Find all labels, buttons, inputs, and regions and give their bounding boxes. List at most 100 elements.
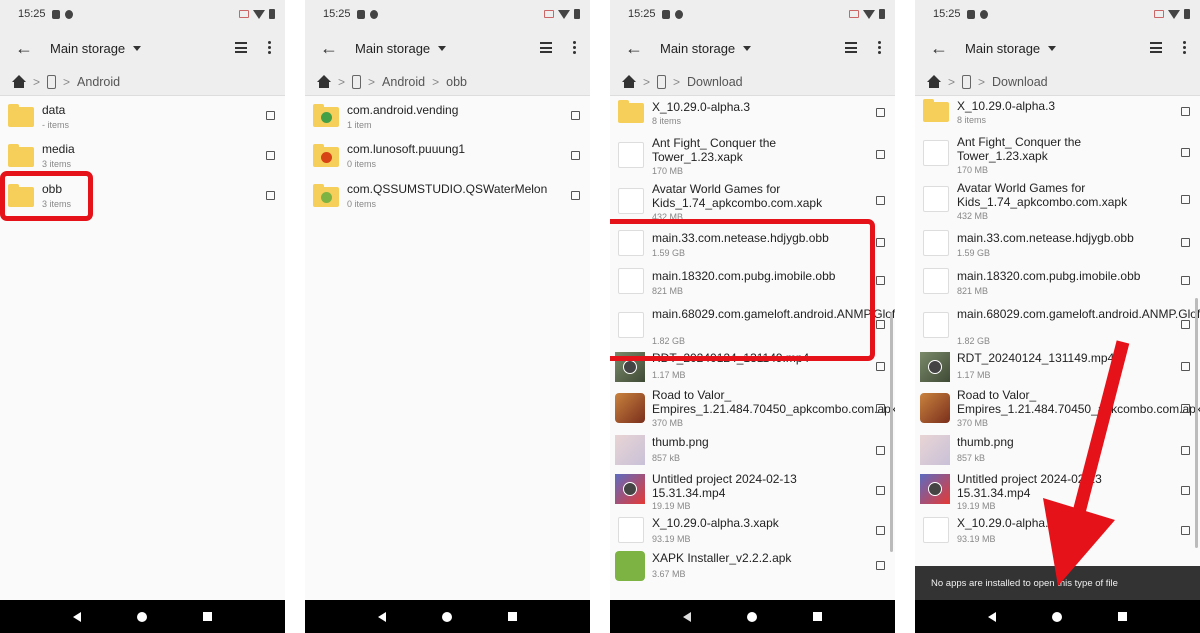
nav-recents-icon[interactable] bbox=[813, 612, 822, 621]
list-item[interactable]: X_10.29.0-alpha.3 8 items bbox=[610, 96, 895, 130]
nav-back-icon[interactable] bbox=[988, 611, 996, 622]
more-options-icon[interactable] bbox=[573, 41, 576, 54]
select-checkbox[interactable] bbox=[876, 196, 885, 205]
select-checkbox[interactable] bbox=[876, 526, 885, 535]
breadcrumb-item[interactable]: Android bbox=[382, 75, 425, 89]
nav-home-icon[interactable] bbox=[1052, 611, 1062, 622]
phone-icon[interactable] bbox=[47, 74, 57, 89]
list-item[interactable]: com.lunosoft.puuung1 0 items bbox=[305, 136, 590, 176]
select-checkbox[interactable] bbox=[1181, 238, 1190, 247]
nav-back-icon[interactable] bbox=[378, 611, 386, 622]
list-item[interactable]: main.33.com.netease.hdjygb.obb 1.59 GB bbox=[915, 222, 1200, 260]
breadcrumb-item[interactable]: Android bbox=[77, 75, 120, 89]
list-item[interactable]: Ant Fight_ Conquer the Tower_1.23.xapk 1… bbox=[915, 128, 1200, 175]
breadcrumb-item[interactable]: obb bbox=[446, 75, 467, 89]
list-item[interactable]: X_10.29.0-alpha.3.xapk 93.19 MB bbox=[610, 512, 895, 548]
select-checkbox[interactable] bbox=[1181, 107, 1190, 116]
back-arrow-icon[interactable]: ← bbox=[317, 36, 341, 60]
back-arrow-icon[interactable]: ← bbox=[622, 36, 646, 60]
list-item[interactable]: Road to Valor_ Empires_1.21.484.70450_ap… bbox=[610, 384, 895, 432]
select-checkbox[interactable] bbox=[876, 108, 885, 117]
list-view-icon[interactable] bbox=[540, 42, 552, 53]
nav-recents-icon[interactable] bbox=[203, 612, 212, 621]
home-icon[interactable] bbox=[622, 74, 636, 89]
select-checkbox[interactable] bbox=[1181, 320, 1190, 329]
list-item[interactable]: thumb.png 857 kB bbox=[915, 432, 1200, 468]
list-view-icon[interactable] bbox=[845, 42, 857, 53]
nav-home-icon[interactable] bbox=[747, 611, 757, 622]
list-view-icon[interactable] bbox=[1150, 42, 1162, 53]
list-item[interactable]: thumb.png 857 kB bbox=[610, 432, 895, 468]
select-checkbox[interactable] bbox=[1181, 362, 1190, 371]
nav-back-icon[interactable] bbox=[73, 611, 81, 622]
scrollbar[interactable] bbox=[890, 312, 893, 552]
select-checkbox[interactable] bbox=[1181, 404, 1190, 413]
list-item[interactable]: X_10.29.0-alpha.3 8 items bbox=[915, 96, 1200, 128]
storage-selector[interactable]: Main storage bbox=[355, 41, 447, 56]
list-item[interactable]: Avatar World Games for Kids_1.74_apkcomb… bbox=[915, 174, 1200, 222]
list-item[interactable]: com.QSSUMSTUDIO.QSWaterMelon 0 items bbox=[305, 176, 590, 216]
list-item[interactable]: data - items bbox=[0, 96, 285, 136]
back-arrow-icon[interactable]: ← bbox=[12, 36, 36, 60]
select-checkbox[interactable] bbox=[876, 320, 885, 329]
item-name: Avatar World Games for Kids_1.74_apkcomb… bbox=[957, 181, 1128, 209]
select-checkbox[interactable] bbox=[571, 151, 580, 160]
more-options-icon[interactable] bbox=[1183, 41, 1186, 54]
select-checkbox[interactable] bbox=[266, 151, 275, 160]
phone-icon[interactable] bbox=[657, 74, 667, 89]
select-checkbox[interactable] bbox=[1181, 195, 1190, 204]
nav-recents-icon[interactable] bbox=[508, 612, 517, 621]
nav-home-icon[interactable] bbox=[442, 611, 452, 622]
home-icon[interactable] bbox=[317, 74, 331, 89]
select-checkbox[interactable] bbox=[571, 111, 580, 120]
list-item[interactable]: X_10.29.0-alpha.3.xapk 93.19 MB bbox=[915, 512, 1200, 548]
nav-back-icon[interactable] bbox=[683, 611, 691, 622]
phone-icon[interactable] bbox=[352, 74, 362, 89]
list-item[interactable]: main.18320.com.pubg.imobile.obb 821 MB bbox=[915, 260, 1200, 298]
nav-recents-icon[interactable] bbox=[1118, 612, 1127, 621]
more-options-icon[interactable] bbox=[268, 41, 271, 54]
select-checkbox[interactable] bbox=[1181, 486, 1190, 495]
select-checkbox[interactable] bbox=[1181, 148, 1190, 157]
nav-home-icon[interactable] bbox=[137, 611, 147, 622]
select-checkbox[interactable] bbox=[1181, 526, 1190, 535]
list-item[interactable]: com.android.vending 1 item bbox=[305, 96, 590, 136]
select-checkbox[interactable] bbox=[876, 446, 885, 455]
list-item[interactable]: Ant Fight_ Conquer the Tower_1.23.xapk 1… bbox=[610, 130, 895, 176]
select-checkbox[interactable] bbox=[571, 191, 580, 200]
select-checkbox[interactable] bbox=[876, 276, 885, 285]
list-item[interactable]: RDT_20240124_131149.mp4 1.17 MB bbox=[915, 348, 1200, 384]
select-checkbox[interactable] bbox=[266, 111, 275, 120]
storage-selector[interactable]: Main storage bbox=[50, 41, 142, 56]
play-store-folder-icon bbox=[313, 104, 339, 127]
list-item[interactable]: Untitled project 2024-02-13 15.31.34.mp4… bbox=[610, 468, 895, 512]
list-item[interactable]: main.68029.com.gameloft.android.ANMP.Glo… bbox=[915, 298, 1200, 348]
more-options-icon[interactable] bbox=[878, 41, 881, 54]
home-icon[interactable] bbox=[927, 74, 941, 89]
list-item[interactable]: XAPK Installer_v2.2.2.apk 3.67 MB bbox=[610, 548, 895, 584]
notification-icon bbox=[51, 9, 60, 19]
select-checkbox[interactable] bbox=[876, 486, 885, 495]
list-item[interactable]: media 3 items bbox=[0, 136, 285, 176]
select-checkbox[interactable] bbox=[876, 561, 885, 570]
list-view-icon[interactable] bbox=[235, 42, 247, 53]
list-item[interactable]: Avatar World Games for Kids_1.74_apkcomb… bbox=[610, 176, 895, 222]
select-checkbox[interactable] bbox=[876, 404, 885, 413]
play-icon bbox=[928, 360, 942, 374]
list-item[interactable]: Road to Valor_ Empires_1.21.484.70450_ap… bbox=[915, 384, 1200, 432]
phone-icon[interactable] bbox=[962, 74, 972, 89]
scrollbar[interactable] bbox=[1195, 298, 1198, 548]
select-checkbox[interactable] bbox=[266, 191, 275, 200]
select-checkbox[interactable] bbox=[876, 238, 885, 247]
breadcrumb-item[interactable]: Download bbox=[687, 75, 743, 89]
home-icon[interactable] bbox=[12, 74, 26, 89]
select-checkbox[interactable] bbox=[876, 362, 885, 371]
select-checkbox[interactable] bbox=[1181, 446, 1190, 455]
breadcrumb-item[interactable]: Download bbox=[992, 75, 1048, 89]
select-checkbox[interactable] bbox=[1181, 276, 1190, 285]
storage-selector[interactable]: Main storage bbox=[965, 41, 1057, 56]
select-checkbox[interactable] bbox=[876, 150, 885, 159]
list-item[interactable]: Untitled project 2024-02-13 15.31.34.mp4… bbox=[915, 468, 1200, 512]
storage-selector[interactable]: Main storage bbox=[660, 41, 752, 56]
back-arrow-icon[interactable]: ← bbox=[927, 36, 951, 60]
